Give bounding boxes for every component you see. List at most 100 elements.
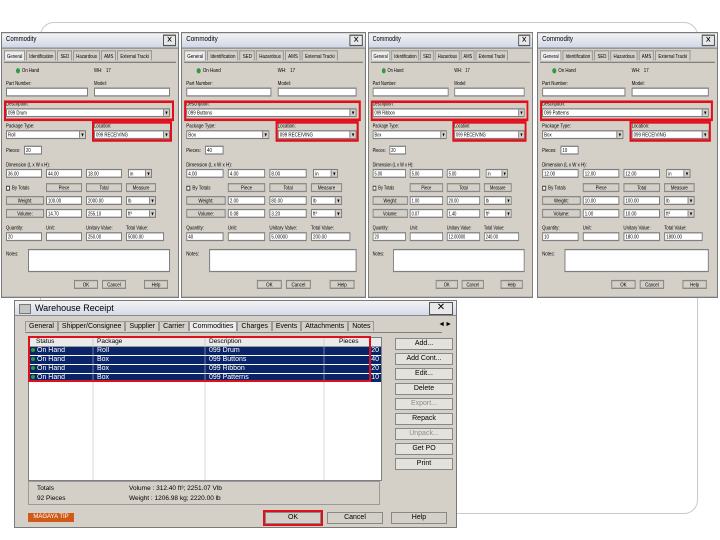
help-button[interactable]: Help <box>500 279 523 289</box>
chevron-down-icon[interactable]: ▼ <box>687 197 694 204</box>
volume-unit-select[interactable]: ft³ ▼ <box>483 208 512 218</box>
notes-field[interactable] <box>209 248 357 273</box>
tab-charges[interactable]: Charges <box>237 321 272 331</box>
volume-piece-field[interactable]: 1.00 <box>582 208 620 218</box>
tab-sed[interactable]: SED <box>239 50 256 61</box>
tab-hazardous[interactable]: Hazardous <box>435 50 460 61</box>
chevron-down-icon[interactable]: ▼ <box>79 131 85 138</box>
total-value-field[interactable]: 240.00 <box>483 232 520 242</box>
tab-identification[interactable]: Identification <box>391 50 420 61</box>
help-button[interactable]: Help <box>329 279 355 289</box>
chevron-down-icon[interactable]: ▼ <box>149 197 155 204</box>
part-number-field[interactable] <box>542 87 626 97</box>
weight-button[interactable]: Weight: <box>186 195 226 206</box>
description-field[interactable]: 099 Buttons ▼ <box>186 108 357 118</box>
part-number-field[interactable] <box>372 87 449 97</box>
cancel-button[interactable]: Cancel <box>639 279 665 289</box>
weight-piece-field[interactable]: 10.00 <box>582 195 620 206</box>
delete-button[interactable]: Delete <box>395 383 453 395</box>
weight-unit-select[interactable]: lb ▼ <box>483 195 512 206</box>
chevron-down-icon[interactable]: ▼ <box>687 210 694 217</box>
tab-events[interactable]: Events <box>271 321 302 331</box>
pieces-field[interactable]: 20 <box>24 145 42 155</box>
tab-sed[interactable]: SED <box>57 50 73 61</box>
chevron-down-icon[interactable]: ▼ <box>683 170 690 177</box>
quantity-field[interactable]: 40 <box>186 232 224 242</box>
magaya-tip-logo[interactable]: MAGAYA TIP <box>28 513 74 522</box>
weight-unit-select[interactable]: lb ▼ <box>664 195 695 206</box>
tab-external-tracki[interactable]: External Tracki <box>301 50 338 61</box>
height-field[interactable]: 12.00 <box>623 168 661 178</box>
tab-sed[interactable]: SED <box>594 50 610 61</box>
tab-ams[interactable]: AMS <box>460 50 475 61</box>
help-button[interactable]: Help <box>682 279 707 289</box>
dialog-titlebar[interactable]: Commodity ✕ <box>182 33 365 49</box>
height-field[interactable]: 18.00 <box>86 168 122 178</box>
cancel-button[interactable]: Cancel <box>285 279 311 289</box>
chevron-down-icon[interactable]: ▼ <box>701 131 708 138</box>
weight-unit-select[interactable]: lb ▼ <box>310 195 343 206</box>
notes-field[interactable] <box>393 248 525 273</box>
dimension-unit-select[interactable]: in ▼ <box>128 168 152 178</box>
weight-unit-select[interactable]: lb ▼ <box>126 195 156 206</box>
length-field[interactable]: 5.00 <box>372 168 407 178</box>
weight-button[interactable]: Weight: <box>542 195 581 206</box>
height-field[interactable]: 8.00 <box>269 168 307 178</box>
weight-button[interactable]: Weight: <box>6 195 44 206</box>
model-field[interactable] <box>94 87 170 97</box>
unit-field[interactable] <box>46 232 82 242</box>
chevron-down-icon[interactable]: ▼ <box>440 131 446 138</box>
weight-total-field[interactable]: 100.00 <box>623 195 661 206</box>
width-field[interactable]: 4.00 <box>227 168 266 178</box>
pieces-field[interactable]: 40 <box>204 145 224 155</box>
tab-notes[interactable]: Notes <box>348 321 375 331</box>
chevron-down-icon[interactable]: ▼ <box>501 170 508 177</box>
dimension-unit-select[interactable]: in ▼ <box>666 168 691 178</box>
volume-button[interactable]: Volume: <box>6 208 44 218</box>
volume-piece-field[interactable]: 0.08 <box>227 208 266 218</box>
volume-button[interactable]: Volume: <box>542 208 581 218</box>
by-totals-checkbox[interactable] <box>372 185 377 191</box>
weight-total-field[interactable]: 80.00 <box>269 195 307 206</box>
tab-carrier[interactable]: Carrier <box>159 321 189 331</box>
chevron-down-icon[interactable]: ▼ <box>330 170 337 177</box>
by-totals-checkbox[interactable] <box>6 185 10 191</box>
volume-unit-select[interactable]: ft³ ▼ <box>664 208 695 218</box>
tab-general[interactable]: General <box>184 50 207 61</box>
unitary-value-field[interactable]: 180.00 <box>623 232 661 242</box>
length-field[interactable]: 36.00 <box>6 168 42 178</box>
close-button[interactable]: ✕ <box>349 34 363 47</box>
package-type-select[interactable]: Box ▼ <box>186 130 270 140</box>
weight-total-field[interactable]: 20.00 <box>446 195 481 206</box>
package-type-select[interactable]: Roll ▼ <box>6 130 86 140</box>
width-field[interactable]: 44.00 <box>46 168 82 178</box>
tab-sed[interactable]: SED <box>420 50 435 61</box>
chevron-down-icon[interactable]: ▼ <box>145 170 151 177</box>
chevron-down-icon[interactable]: ▼ <box>334 197 342 204</box>
notes-field[interactable] <box>28 248 170 273</box>
tab-scroll-arrows[interactable]: ◄► <box>438 321 452 328</box>
unpack-button[interactable]: Unpack... <box>395 428 453 440</box>
tab-ams[interactable]: AMS <box>638 50 655 61</box>
tab-general[interactable]: General <box>540 50 562 61</box>
ok-button[interactable]: OK <box>265 512 321 524</box>
volume-total-field[interactable]: 255.10 <box>86 208 122 218</box>
cancel-button[interactable]: Cancel <box>327 512 383 524</box>
close-button[interactable]: ✕ <box>518 34 531 47</box>
chevron-down-icon[interactable]: ▼ <box>349 131 356 138</box>
location-select[interactable]: 099 RECEIVING ▼ <box>94 130 170 140</box>
part-number-field[interactable] <box>186 87 272 97</box>
description-field[interactable]: 099 Drum ▼ <box>6 108 170 118</box>
volume-total-field[interactable]: 1.40 <box>446 208 481 218</box>
tab-hazardous[interactable]: Hazardous <box>256 50 284 61</box>
length-field[interactable]: 4.00 <box>186 168 224 178</box>
add-container-button[interactable]: Add Cont... <box>395 353 453 365</box>
chevron-down-icon[interactable]: ▼ <box>334 210 342 217</box>
close-button[interactable]: ✕ <box>429 302 453 315</box>
tab-ams[interactable]: AMS <box>284 50 301 61</box>
add-button[interactable]: Add... <box>395 338 453 350</box>
width-field[interactable]: 12.00 <box>582 168 620 178</box>
dialog-titlebar[interactable]: Commodity ✕ <box>2 33 178 49</box>
tab-commodities[interactable]: Commodities <box>188 321 238 331</box>
tab-ams[interactable]: AMS <box>101 50 117 61</box>
